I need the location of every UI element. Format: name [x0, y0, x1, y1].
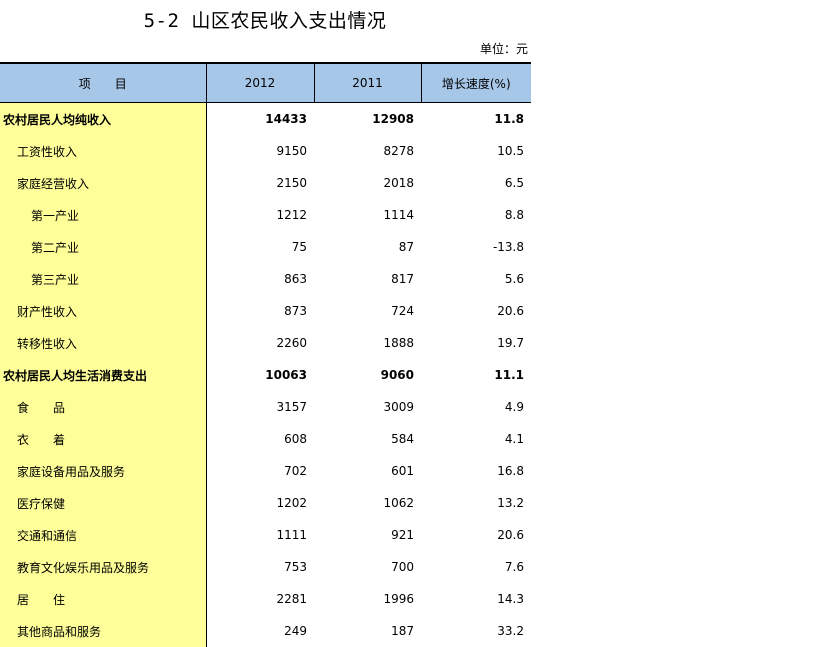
table-row: 第二产业 75 87 -13.8 — [0, 231, 531, 263]
cell-2011: 1996 — [383, 592, 414, 606]
table-row: 家庭设备用品及服务 702 601 16.8 — [0, 455, 531, 487]
cell-2012: 702 — [284, 464, 307, 478]
table-row: 居 住 2281 1996 14.3 — [0, 583, 531, 615]
cell-2011: 1114 — [383, 208, 414, 222]
row-label: 农村居民人均生活消费支出 — [0, 359, 207, 391]
table-row: 其他商品和服务 249 187 33.2 — [0, 615, 531, 647]
table-row: 工资性收入 9150 8278 10.5 — [0, 135, 531, 167]
row-label: 财产性收入 — [0, 295, 207, 327]
row-label: 家庭经营收入 — [0, 167, 207, 199]
table-row: 教育文化娱乐用品及服务 753 700 7.6 — [0, 551, 531, 583]
row-label: 农村居民人均纯收入 — [0, 102, 207, 135]
table-row: 财产性收入 873 724 20.6 — [0, 295, 531, 327]
cell-2012: 753 — [284, 560, 307, 574]
cell-growth: 6.5 — [504, 176, 524, 190]
cell-2012: 863 — [284, 272, 307, 286]
cell-2012: 75 — [291, 240, 307, 254]
cell-2011: 584 — [391, 432, 414, 446]
cell-2012: 2150 — [276, 176, 307, 190]
row-label: 转移性收入 — [0, 327, 207, 359]
cell-2011: 9060 — [380, 368, 414, 382]
cell-growth: 16.8 — [497, 464, 524, 478]
cell-2011: 12908 — [372, 112, 414, 126]
cell-growth: 19.7 — [497, 336, 524, 350]
header-row: 项 目 2012 2011 增长速度(%) — [0, 62, 531, 103]
header-item: 项 目 — [0, 62, 206, 103]
cell-2011: 817 — [391, 272, 414, 286]
cell-2011: 601 — [391, 464, 414, 478]
cell-2012: 249 — [284, 624, 307, 638]
row-label: 食 品 — [0, 391, 207, 423]
row-label: 其他商品和服务 — [0, 615, 207, 647]
cell-2012: 3157 — [276, 400, 307, 414]
cell-2012: 873 — [284, 304, 307, 318]
cell-growth: 4.9 — [504, 400, 524, 414]
cell-2011: 8278 — [383, 144, 414, 158]
cell-growth: 11.1 — [494, 368, 524, 382]
cell-growth: 5.6 — [504, 272, 524, 286]
cell-growth: 13.2 — [497, 496, 524, 510]
table-row: 农村居民人均纯收入 14433 12908 11.8 — [0, 102, 531, 135]
cell-2011: 700 — [391, 560, 414, 574]
cell-growth: 20.6 — [497, 528, 524, 542]
row-label: 衣 着 — [0, 423, 207, 455]
row-label: 第一产业 — [0, 199, 207, 231]
cell-2012: 10063 — [265, 368, 307, 382]
table-row: 农村居民人均生活消费支出 10063 9060 11.1 — [0, 359, 531, 391]
table-row: 衣 着 608 584 4.1 — [0, 423, 531, 455]
cell-2012: 1202 — [276, 496, 307, 510]
row-label: 居 住 — [0, 583, 207, 615]
row-label: 工资性收入 — [0, 135, 207, 167]
row-label: 教育文化娱乐用品及服务 — [0, 551, 207, 583]
cell-2012: 2260 — [276, 336, 307, 350]
header-growth: 增长速度(%) — [420, 62, 531, 103]
row-label: 第三产业 — [0, 263, 207, 295]
cell-growth: 10.5 — [497, 144, 524, 158]
cell-2012: 1212 — [276, 208, 307, 222]
cell-growth: -13.8 — [492, 240, 524, 254]
cell-growth: 14.3 — [497, 592, 524, 606]
cell-2011: 187 — [391, 624, 414, 638]
cell-2011: 1062 — [383, 496, 414, 510]
cell-2011: 3009 — [383, 400, 414, 414]
page-title: 5-2 山区农民收入支出情况 — [143, 10, 387, 32]
unit-label: 单位：元 — [479, 42, 528, 56]
cell-2012: 608 — [284, 432, 307, 446]
header-2012: 2012 — [205, 62, 314, 103]
cell-2012: 9150 — [276, 144, 307, 158]
cell-2011: 921 — [391, 528, 414, 542]
cell-growth: 8.8 — [504, 208, 524, 222]
table-row: 交通和通信 1111 921 20.6 — [0, 519, 531, 551]
row-label: 第二产业 — [0, 231, 207, 263]
table-row: 第三产业 863 817 5.6 — [0, 263, 531, 295]
row-label: 交通和通信 — [0, 519, 207, 551]
table-row: 医疗保健 1202 1062 13.2 — [0, 487, 531, 519]
data-table: 项 目 2012 2011 增长速度(%) 农村居民人均纯收入 14433 1290… — [0, 62, 531, 647]
table-row: 家庭经营收入 2150 2018 6.5 — [0, 167, 531, 199]
cell-2012: 14433 — [265, 112, 307, 126]
cell-2011: 2018 — [383, 176, 414, 190]
cell-2011: 87 — [398, 240, 414, 254]
table-row: 食 品 3157 3009 4.9 — [0, 391, 531, 423]
cell-2012: 1111 — [276, 528, 307, 542]
row-label: 医疗保健 — [0, 487, 207, 519]
row-label: 家庭设备用品及服务 — [0, 455, 207, 487]
cell-growth: 33.2 — [497, 624, 524, 638]
cell-growth: 4.1 — [504, 432, 524, 446]
cell-growth: 7.6 — [504, 560, 524, 574]
cell-growth: 11.8 — [494, 112, 524, 126]
table-body: 农村居民人均纯收入 14433 12908 11.8 工资性收入 9150 8278 10.5… — [0, 102, 531, 647]
table-row: 第一产业 1212 1114 8.8 — [0, 199, 531, 231]
header-2011: 2011 — [313, 62, 421, 103]
table-row: 转移性收入 2260 1888 19.7 — [0, 327, 531, 359]
cell-2011: 1888 — [383, 336, 414, 350]
cell-2011: 724 — [391, 304, 414, 318]
cell-2012: 2281 — [276, 592, 307, 606]
cell-growth: 20.6 — [497, 304, 524, 318]
